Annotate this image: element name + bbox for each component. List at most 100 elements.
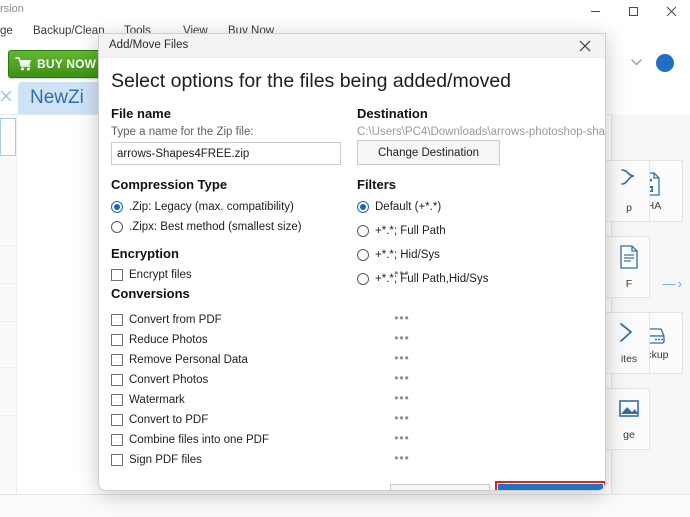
convert-photos-options-button[interactable]: ••• xyxy=(393,372,411,389)
checkbox-indicator xyxy=(111,334,123,346)
reduce-photos-options-button[interactable]: ••• xyxy=(393,332,411,349)
minimize-icon[interactable] xyxy=(576,0,614,22)
radio-indicator xyxy=(357,273,369,285)
destination-path-text: C:\Users\PC4\Downloads\arrows-photoshop-… xyxy=(357,126,606,138)
combine-files-options-button[interactable]: ••• xyxy=(393,432,411,449)
pdf-document-icon xyxy=(600,244,640,275)
add-button[interactable]: Add xyxy=(498,484,603,490)
checkbox-indicator xyxy=(111,314,123,326)
checkbox-convert-from-pdf[interactable]: Convert from PDF xyxy=(111,311,222,329)
app-status-bar xyxy=(0,494,690,517)
checkbox-indicator xyxy=(111,454,123,466)
radio-zipx-best-label: .Zipx: Best method (smallest size) xyxy=(129,221,302,233)
checkbox-encrypt-files-label: Encrypt files xyxy=(129,269,192,281)
checkbox-reduce-photos[interactable]: Reduce Photos xyxy=(111,331,208,349)
checkbox-watermark-label: Watermark xyxy=(129,394,185,406)
dialog-body: Select options for the files being added… xyxy=(99,58,605,490)
dialog-heading: Select options for the files being added… xyxy=(111,70,512,92)
checkbox-convert-photos[interactable]: Convert Photos xyxy=(111,371,208,389)
menu-item-backup-clean[interactable]: Backup/Clean xyxy=(33,25,105,37)
sidebar-tile-favorites-label: ites xyxy=(620,353,638,365)
checkbox-combine-files-into-one-pdf-label: Combine files into one PDF xyxy=(129,434,269,446)
add-move-files-dialog: Add/Move Files Select options for the fi… xyxy=(98,33,606,491)
chevron-down-icon[interactable] xyxy=(631,58,642,69)
filters-section-title: Filters xyxy=(357,177,397,192)
file-list-rail xyxy=(0,115,17,495)
tools-sidebar: LHA Backup p F ites ge —› xyxy=(590,114,690,495)
file-name-sub-label: Type a name for the Zip file: xyxy=(111,126,254,138)
rail-divider xyxy=(0,367,16,368)
radio-zip-legacy[interactable]: .Zip: Legacy (max. compatibility) xyxy=(111,198,294,216)
destination-section-title: Destination xyxy=(357,106,428,121)
rail-divider xyxy=(0,245,16,246)
rail-divider xyxy=(0,283,16,284)
buy-now-button[interactable]: BUY NOW xyxy=(8,50,108,78)
file-name-input[interactable] xyxy=(111,142,341,165)
checkbox-remove-personal-data[interactable]: Remove Personal Data xyxy=(111,351,248,369)
radio-filter-default[interactable]: Default (+*.*) xyxy=(357,198,441,216)
convert-from-pdf-options-button[interactable]: ••• xyxy=(393,312,411,329)
checkbox-convert-photos-label: Convert Photos xyxy=(129,374,209,386)
encryption-section-title: Encryption xyxy=(111,246,179,261)
checkbox-indicator xyxy=(111,394,123,406)
remove-personal-data-options-button[interactable]: ••• xyxy=(393,352,411,369)
checkbox-sign-pdf-files[interactable]: Sign PDF files xyxy=(111,451,202,469)
checkbox-indicator xyxy=(111,269,123,281)
radio-filter-full-path-hid-sys-label: +*.*; Full Path,Hid/Sys xyxy=(375,273,489,285)
buy-now-label: BUY NOW xyxy=(37,57,97,71)
checkbox-remove-personal-data-label: Remove Personal Data xyxy=(129,354,248,366)
sidebar-expand-arrow-icon[interactable]: —› xyxy=(663,276,684,291)
checkbox-indicator xyxy=(111,414,123,426)
checkbox-combine-files-into-one-pdf[interactable]: Combine files into one PDF xyxy=(111,431,269,449)
radio-indicator xyxy=(357,249,369,261)
radio-filter-full-path-label: +*.*; Full Path xyxy=(375,225,446,237)
close-icon[interactable] xyxy=(565,34,605,58)
radio-filter-full-path-hid-sys[interactable]: +*.*; Full Path,Hid/Sys xyxy=(357,270,488,288)
radio-indicator xyxy=(111,201,123,213)
checkbox-watermark[interactable]: Watermark xyxy=(111,391,185,409)
radio-indicator xyxy=(357,225,369,237)
radio-zip-legacy-label: .Zip: Legacy (max. compatibility) xyxy=(129,201,294,213)
checkbox-convert-from-pdf-label: Convert from PDF xyxy=(129,314,222,326)
radio-filter-hid-sys-label: +*.*; Hid/Sys xyxy=(375,249,440,261)
shopping-cart-icon xyxy=(15,56,33,72)
sidebar-tile-pdf-label: F xyxy=(625,278,633,290)
rail-divider xyxy=(0,321,16,322)
radio-indicator xyxy=(357,201,369,213)
menu-item-storage[interactable]: ge xyxy=(0,25,13,37)
conversions-section-title: Conversions xyxy=(111,286,190,301)
radio-filter-hid-sys[interactable]: +*.*; Hid/Sys xyxy=(357,246,440,264)
checkbox-convert-to-pdf[interactable]: Convert to PDF xyxy=(111,411,208,429)
checkbox-indicator xyxy=(111,354,123,366)
compression-section-title: Compression Type xyxy=(111,177,228,192)
watermark-options-button[interactable]: ••• xyxy=(393,392,411,409)
account-avatar[interactable] xyxy=(656,54,674,72)
checkbox-indicator xyxy=(111,374,123,386)
add-button-highlight: Add xyxy=(495,481,605,490)
checkbox-sign-pdf-files-label: Sign PDF files xyxy=(129,454,202,466)
sidebar-tile-image-label: ge xyxy=(623,429,635,441)
radio-filter-full-path[interactable]: +*.*; Full Path xyxy=(357,222,446,240)
radio-indicator xyxy=(111,221,123,233)
checkbox-reduce-photos-label: Reduce Photos xyxy=(129,334,208,346)
checkbox-encrypt-files[interactable]: Encrypt files xyxy=(111,266,192,284)
checkbox-indicator xyxy=(111,434,123,446)
move-button[interactable]: Move xyxy=(390,484,490,490)
convert-to-pdf-options-button[interactable]: ••• xyxy=(393,412,411,429)
app-title-text: rsion xyxy=(0,3,24,15)
rail-divider xyxy=(0,415,16,416)
radio-filter-default-label: Default (+*.*) xyxy=(375,201,442,213)
dialog-title: Add/Move Files xyxy=(109,39,189,51)
radio-zipx-best[interactable]: .Zipx: Best method (smallest size) xyxy=(111,218,302,236)
tab-close-icon[interactable] xyxy=(0,90,12,105)
sign-pdf-files-options-button[interactable]: ••• xyxy=(393,452,411,469)
app-title-bar: rsion xyxy=(0,0,690,22)
sidebar-tile-zip-label: p xyxy=(626,202,632,214)
close-icon[interactable] xyxy=(652,0,690,22)
dialog-title-bar: Add/Move Files xyxy=(99,34,605,58)
file-name-section-title: File name xyxy=(111,106,171,121)
tab-newzip-label: NewZi xyxy=(30,87,84,108)
maximize-icon[interactable] xyxy=(614,0,652,22)
file-list-selection[interactable] xyxy=(0,118,16,156)
change-destination-button[interactable]: Change Destination xyxy=(357,140,500,165)
